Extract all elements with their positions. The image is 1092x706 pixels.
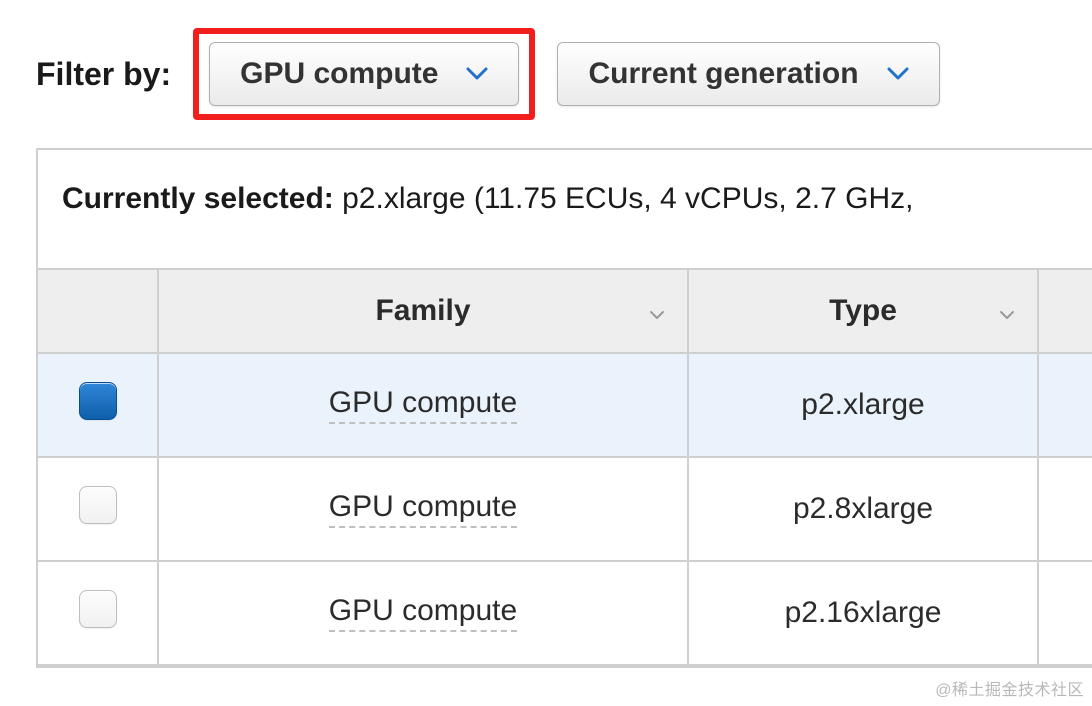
sort-indicator-icon xyxy=(649,294,665,328)
cell-family: GPU compute xyxy=(158,457,688,561)
column-header-family[interactable]: Family xyxy=(158,270,688,353)
table-row[interactable]: GPU compute p2.xlarge xyxy=(38,353,1092,457)
column-header-checkbox xyxy=(38,270,158,353)
table-header-row: Family Type xyxy=(38,270,1092,353)
filter-bar: Filter by: GPU compute Current generatio… xyxy=(0,0,1092,148)
table-body: GPU compute p2.xlarge GPU compute p2.8xl… xyxy=(38,353,1092,665)
cell-family: GPU compute xyxy=(158,561,688,665)
filter-dropdown-instance-type[interactable]: GPU compute xyxy=(209,42,519,106)
column-header-type[interactable]: Type xyxy=(688,270,1038,353)
cell-checkbox[interactable] xyxy=(38,457,158,561)
checkbox-icon[interactable] xyxy=(79,486,117,524)
cell-extra xyxy=(1038,457,1092,561)
selected-detail: p2.xlarge (11.75 ECUs, 4 vCPUs, 2.7 GHz, xyxy=(342,182,913,215)
cell-checkbox[interactable] xyxy=(38,561,158,665)
table-row[interactable]: GPU compute p2.16xlarge xyxy=(38,561,1092,665)
chevron-down-icon xyxy=(887,67,909,81)
checkbox-icon[interactable] xyxy=(79,382,117,420)
chevron-down-icon xyxy=(466,67,488,81)
dropdown-label: Current generation xyxy=(588,57,858,91)
cell-extra xyxy=(1038,353,1092,457)
checkbox-icon[interactable] xyxy=(79,590,117,628)
filter-label: Filter by: xyxy=(36,56,171,93)
cell-type: p2.xlarge xyxy=(688,353,1038,457)
dropdown-label: GPU compute xyxy=(240,57,438,91)
currently-selected-banner: Currently selected: p2.xlarge (11.75 ECU… xyxy=(38,150,1092,270)
cell-checkbox[interactable] xyxy=(38,353,158,457)
cell-family: GPU compute xyxy=(158,353,688,457)
instance-panel: Currently selected: p2.xlarge (11.75 ECU… xyxy=(36,148,1092,668)
instance-table: Family Type GPU compute p2.xlarge xyxy=(38,270,1092,666)
selected-prefix: Currently selected: xyxy=(62,182,334,215)
sort-indicator-icon xyxy=(999,294,1015,328)
column-header-extra xyxy=(1038,270,1092,353)
cell-type: p2.16xlarge xyxy=(688,561,1038,665)
filter-dropdown-generation[interactable]: Current generation xyxy=(557,42,939,106)
cell-type: p2.8xlarge xyxy=(688,457,1038,561)
table-row[interactable]: GPU compute p2.8xlarge xyxy=(38,457,1092,561)
cell-extra xyxy=(1038,561,1092,665)
watermark: @稀土掘金技术社区 xyxy=(935,676,1084,700)
highlight-box: GPU compute xyxy=(193,28,535,120)
